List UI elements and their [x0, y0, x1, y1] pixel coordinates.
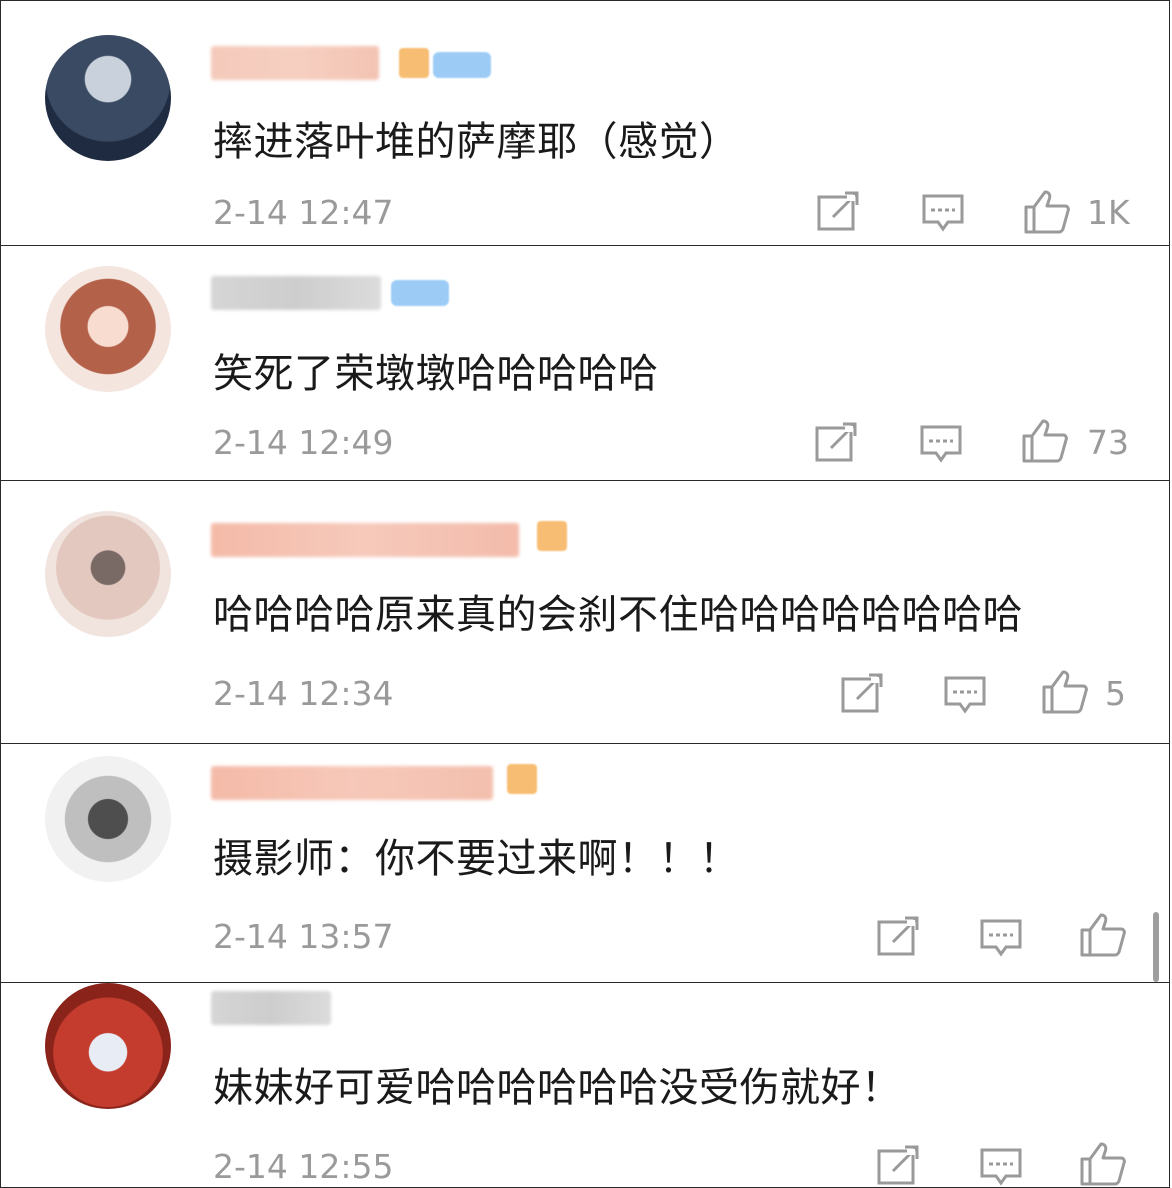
comment-icon[interactable]	[921, 193, 965, 233]
comment-text: 妹妹好可爱哈哈哈哈哈哈没受伤就好！	[213, 1065, 902, 1111]
share-icon[interactable]	[877, 916, 921, 956]
thumbs-up-icon[interactable]	[1079, 1141, 1127, 1187]
crown-badge-icon	[399, 48, 429, 78]
comment-item: 哈哈哈哈原来真的会刹不住哈哈哈哈哈哈哈哈 2-14 12:34 5	[0, 480, 1170, 744]
username-blurred[interactable]	[211, 523, 519, 557]
thumbs-up-icon[interactable]	[1079, 912, 1127, 958]
crown-badge-icon	[507, 764, 537, 794]
comment-item: 妹妹好可爱哈哈哈哈哈哈没受伤就好！ 2-14 12:55	[0, 982, 1170, 1188]
thumbs-up-icon[interactable]	[1021, 418, 1069, 464]
share-icon[interactable]	[877, 1145, 921, 1185]
avatar[interactable]	[45, 983, 171, 1109]
share-icon[interactable]	[817, 191, 861, 231]
comment-item: 笑死了荣墩墩哈哈哈哈哈 2-14 12:49 73	[0, 245, 1170, 481]
avatar[interactable]	[45, 511, 171, 637]
username-blurred[interactable]	[211, 46, 379, 80]
avatar[interactable]	[45, 35, 171, 161]
vip-badge-icon	[391, 280, 449, 306]
comment-text: 摄影师：你不要过来啊！！！	[213, 836, 740, 882]
avatar[interactable]	[45, 266, 171, 392]
comment-time: 2-14 13:57	[213, 917, 394, 956]
comment-icon[interactable]	[943, 675, 987, 715]
comment-item: 摔进落叶堆的萨摩耶（感觉） 2-14 12:47 1K	[0, 0, 1170, 246]
vip-badge-icon	[433, 52, 491, 78]
like-count: 5	[1105, 674, 1126, 713]
comment-time: 2-14 12:55	[213, 1147, 394, 1186]
comment-time: 2-14 12:47	[213, 193, 394, 232]
username-blurred[interactable]	[211, 276, 381, 310]
comment-icon[interactable]	[979, 1147, 1023, 1187]
thumbs-up-icon[interactable]	[1041, 669, 1089, 715]
username-blurred[interactable]	[211, 991, 331, 1025]
comment-text: 哈哈哈哈原来真的会刹不住哈哈哈哈哈哈哈哈	[213, 592, 1023, 638]
comment-icon[interactable]	[979, 918, 1023, 958]
like-count: 1K	[1087, 193, 1130, 232]
like-count: 73	[1087, 423, 1129, 462]
comment-icon[interactable]	[919, 424, 963, 464]
share-icon[interactable]	[841, 673, 885, 713]
comment-time: 2-14 12:49	[213, 423, 394, 462]
comment-item: 摄影师：你不要过来啊！！！ 2-14 13:57	[0, 743, 1170, 983]
crown-badge-icon	[537, 521, 567, 551]
comment-time: 2-14 12:34	[213, 674, 394, 713]
share-icon[interactable]	[815, 422, 859, 462]
username-blurred[interactable]	[211, 766, 493, 800]
thumbs-up-icon[interactable]	[1023, 189, 1071, 235]
scrollbar[interactable]	[1153, 912, 1159, 982]
comment-text: 摔进落叶堆的萨摩耶（感觉）	[213, 119, 740, 165]
avatar[interactable]	[45, 756, 171, 882]
comment-text: 笑死了荣墩墩哈哈哈哈哈	[213, 351, 659, 397]
